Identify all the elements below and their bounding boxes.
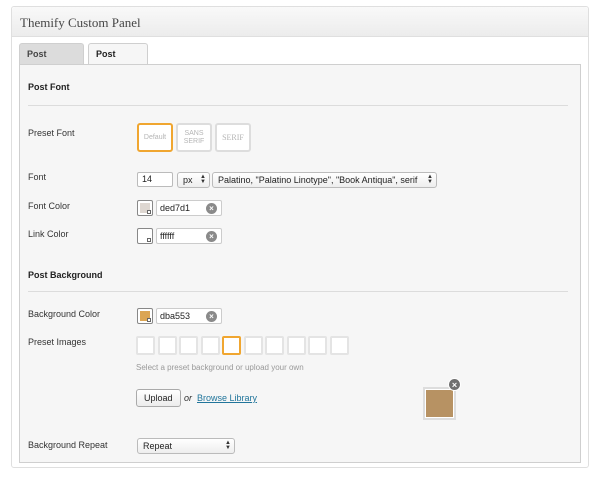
custom-panel: Themify Custom Panel Post Options Post S… — [11, 6, 589, 468]
font-family-select[interactable]: Palatino, "Palatino Linotype", "Book Ant… — [212, 172, 437, 188]
preset-font-sans-serif[interactable]: SANS SERIF — [176, 123, 212, 152]
helper-text: Select a preset background or upload you… — [136, 363, 304, 372]
background-repeat-select[interactable]: Repeat ▲ ▼ — [137, 438, 235, 454]
link-color-swatch[interactable] — [137, 228, 153, 244]
swatch-corner-icon — [147, 318, 151, 322]
panel-header: Themify Custom Panel — [12, 7, 588, 37]
preset-image-5[interactable] — [222, 336, 241, 355]
preset-image-1[interactable] — [136, 336, 155, 355]
tab-post-options[interactable]: Post Options — [19, 43, 84, 79]
divider — [28, 105, 568, 106]
clear-icon[interactable]: × — [206, 231, 217, 242]
upload-button[interactable]: Upload — [136, 389, 181, 407]
clear-icon[interactable]: × — [206, 203, 217, 214]
font-color-label: Font Color — [28, 201, 71, 211]
preset-image-2[interactable] — [157, 336, 177, 355]
font-color-swatch[interactable] — [137, 200, 153, 216]
preset-image-10[interactable] — [329, 336, 349, 355]
link-color-label: Link Color — [28, 229, 69, 239]
swatch-corner-icon — [147, 210, 151, 214]
background-color-swatch[interactable] — [137, 308, 153, 324]
font-unit-select[interactable]: px ▲ ▼ — [177, 172, 210, 188]
tab-body: Post Font Preset Font Default SANS SERIF… — [19, 64, 581, 463]
browse-library-link[interactable]: Browse Library — [197, 393, 257, 403]
panel-title: Themify Custom Panel — [20, 15, 141, 30]
select-arrows-icon: ▲ ▼ — [225, 440, 231, 451]
divider — [28, 291, 568, 292]
preset-image-8[interactable] — [286, 336, 306, 355]
remove-image-icon[interactable]: × — [448, 378, 461, 391]
preset-font-serif[interactable]: SERIF — [215, 123, 251, 152]
preset-image-3[interactable] — [179, 336, 198, 355]
font-label: Font — [28, 172, 47, 182]
background-image-preview — [423, 387, 456, 420]
select-arrows-icon: ▲ ▼ — [427, 174, 433, 185]
preset-image-7[interactable] — [265, 336, 284, 355]
font-family-value: Palatino, "Palatino Linotype", "Book Ant… — [218, 175, 418, 185]
background-repeat-value: Repeat — [143, 441, 173, 451]
preset-image-6[interactable] — [243, 336, 263, 355]
post-background-heading: Post Background — [28, 270, 103, 280]
background-repeat-label: Background Repeat — [28, 440, 108, 450]
preview-fill — [426, 390, 453, 417]
swatch-corner-icon — [147, 238, 151, 242]
select-arrows-icon: ▲ ▼ — [200, 174, 206, 185]
preset-image-9[interactable] — [308, 336, 327, 355]
clear-icon[interactable]: × — [206, 311, 217, 322]
post-font-heading: Post Font — [28, 82, 70, 92]
tab-post-styles[interactable]: Post Styles — [88, 43, 148, 79]
preset-font-label: Preset Font — [28, 128, 75, 138]
preset-images-label: Preset Images — [28, 337, 87, 347]
background-color-label: Background Color — [28, 309, 101, 319]
preset-font-default[interactable]: Default — [137, 123, 173, 152]
or-text: or — [184, 393, 193, 403]
font-unit-value: px — [183, 175, 193, 185]
preset-image-4[interactable] — [200, 336, 220, 355]
font-size-input[interactable]: 14 — [137, 172, 173, 187]
